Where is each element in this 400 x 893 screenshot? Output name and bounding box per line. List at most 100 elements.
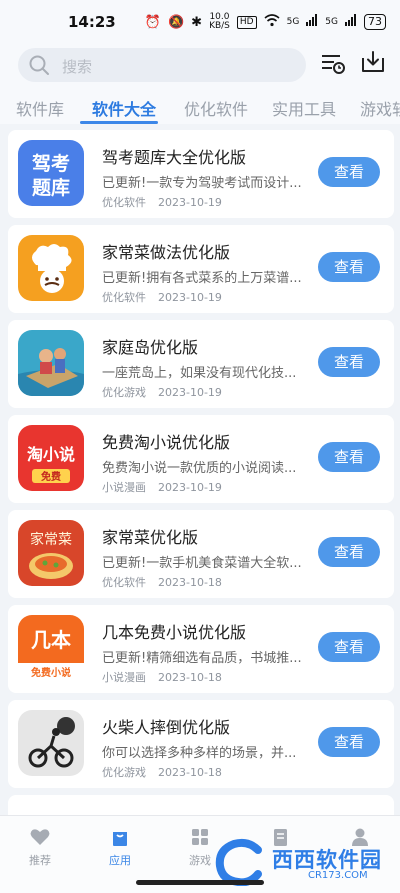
signal-2-icon xyxy=(345,14,357,30)
tab-utilities[interactable]: 实用工具 xyxy=(272,96,336,120)
list-item[interactable]: 家庭岛优化版 一座荒岛上，如果没有现代化技... 优化游戏 2023-10-19 … xyxy=(8,320,394,408)
net-speed-unit: KB/S xyxy=(209,21,230,31)
jiben-icon: 几本 免费小说 xyxy=(18,615,84,681)
jiakao-icon: 驾考 题库 xyxy=(18,140,84,206)
app-title: 家庭岛优化版 xyxy=(102,338,199,357)
hd-badge: HD xyxy=(236,15,257,29)
view-button[interactable]: 查看 xyxy=(318,727,380,757)
tab-games[interactable]: 游戏软 xyxy=(360,96,400,120)
view-button[interactable]: 查看 xyxy=(318,537,380,567)
app-title: 火柴人摔倒优化版 xyxy=(102,718,231,737)
taoxiaoshuo-icon: 淘小说 免费 xyxy=(18,425,84,491)
list-item[interactable]: 驾考 题库 驾考题库大全优化版 已更新!一款专为驾驶考试而设计... 优化软件 2… xyxy=(8,130,394,218)
list-item[interactable]: 家常菜 家常菜优化版 已更新!一款手机美食菜谱大全软... 优化软件 2023-1… xyxy=(8,510,394,598)
tab-software-collection[interactable]: 软件大全 xyxy=(92,96,156,120)
app-description: 你可以选择多种多样的场景，并... xyxy=(102,746,297,761)
jiben-icon-sub: 免费小说 xyxy=(31,666,71,679)
app-title: 家常菜做法优化版 xyxy=(102,243,231,262)
app-category: 优化游戏 xyxy=(102,766,146,779)
jiakao-icon-line2: 题库 xyxy=(32,176,70,199)
app-meta: 优化软件 2023-10-18 xyxy=(102,574,234,590)
nav-label: 推荐 xyxy=(29,854,51,867)
header: 搜索 软件库 软件大全 优化软件 实用工具 游戏软 xyxy=(0,44,400,124)
status-icons: ⏰ 🔕 ✱ 10.0 KB/S HD 5G 5G 73 xyxy=(145,13,386,31)
jiachangcai-icon: 家常菜 xyxy=(18,520,84,586)
app-meta: 优化软件 2023-10-19 xyxy=(102,194,234,210)
jiakao-icon-line1: 驾考 xyxy=(32,152,70,175)
app-category: 优化软件 xyxy=(102,291,146,304)
app-description: 已更新!精筛细选有品质，书城推... xyxy=(102,651,302,666)
category-tabs: 软件库 软件大全 优化软件 实用工具 游戏软 xyxy=(0,96,400,126)
app-meta: 小说漫画 2023-10-18 xyxy=(102,669,234,685)
status-bar: 14:23 ⏰ 🔕 ✱ 10.0 KB/S HD 5G 5G 73 xyxy=(0,0,400,44)
app-category: 小说漫画 xyxy=(102,671,146,684)
signal-1-icon xyxy=(306,14,318,30)
app-list: 驾考 题库 驾考题库大全优化版 已更新!一款专为驾驶考试而设计... 优化软件 2… xyxy=(0,126,400,816)
app-title: 家常菜优化版 xyxy=(102,528,199,547)
search-icon xyxy=(29,55,49,75)
jiachangcai-icon-text: 家常菜 xyxy=(30,531,72,548)
app-description: 一座荒岛上，如果没有现代化技... xyxy=(102,366,297,381)
app-category: 优化游戏 xyxy=(102,386,146,399)
tab-software-library[interactable]: 软件库 xyxy=(16,96,64,120)
nav-apps[interactable]: 应用 xyxy=(90,826,150,868)
net-speed: 10.0 KB/S xyxy=(209,13,230,31)
download-queue-icon[interactable] xyxy=(320,50,346,76)
search-input[interactable]: 搜索 xyxy=(18,48,306,82)
taoxiaoshuo-icon-text: 淘小说 xyxy=(27,445,75,464)
download-icon[interactable] xyxy=(360,49,386,75)
stickman-icon xyxy=(18,710,84,776)
wifi-icon xyxy=(264,13,280,31)
heart-icon xyxy=(30,829,50,845)
view-button[interactable]: 查看 xyxy=(318,252,380,282)
signal-1-label: 5G xyxy=(286,16,300,27)
nav-label: 应用 xyxy=(109,854,131,867)
bluetooth-icon: ✱ xyxy=(191,14,203,30)
list-item[interactable] xyxy=(8,795,394,816)
app-date: 2023-10-19 xyxy=(158,481,222,494)
app-meta: 优化游戏 2023-10-18 xyxy=(102,764,234,780)
taoxiaoshuo-icon-free: 免费 xyxy=(41,470,61,483)
list-item[interactable]: 几本 免费小说 几本免费小说优化版 已更新!精筛细选有品质，书城推... 小说漫… xyxy=(8,605,394,693)
list-item[interactable]: 淘小说 免费 免费淘小说优化版 免费淘小说一款优质的小说阅读... 小说漫画 20… xyxy=(8,415,394,503)
home-indicator[interactable] xyxy=(136,880,264,885)
watermark-c-icon xyxy=(215,838,262,887)
status-time: 14:23 xyxy=(68,13,116,31)
app-date: 2023-10-18 xyxy=(158,576,222,589)
tab-optimized-software[interactable]: 优化软件 xyxy=(184,96,248,120)
app-description: 免费淘小说一款优质的小说阅读... xyxy=(102,461,297,476)
app-date: 2023-10-18 xyxy=(158,671,222,684)
watermark-url: CR173.COM xyxy=(308,870,368,881)
chef-icon xyxy=(18,235,84,301)
jiben-icon-text: 几本 xyxy=(31,628,71,652)
grid-icon xyxy=(192,829,208,845)
app-title: 几本免费小说优化版 xyxy=(102,623,247,642)
active-tab-indicator xyxy=(80,121,158,124)
signal-2-label: 5G xyxy=(325,16,338,27)
app-category: 小说漫画 xyxy=(102,481,146,494)
app-description: 已更新!拥有各式菜系的上万菜谱... xyxy=(102,271,302,286)
list-item[interactable]: 家常菜做法优化版 已更新!拥有各式菜系的上万菜谱... 优化软件 2023-10-… xyxy=(8,225,394,313)
mute-icon: 🔕 xyxy=(167,14,185,30)
view-button[interactable]: 查看 xyxy=(318,347,380,377)
alarm-icon: ⏰ xyxy=(144,14,161,30)
app-category: 优化软件 xyxy=(102,576,146,589)
app-date: 2023-10-19 xyxy=(158,291,222,304)
app-category: 优化软件 xyxy=(102,196,146,209)
view-button[interactable]: 查看 xyxy=(318,157,380,187)
nav-label: 游戏 xyxy=(189,854,211,867)
app-title: 免费淘小说优化版 xyxy=(102,433,231,452)
island-icon xyxy=(18,330,84,396)
view-button[interactable]: 查看 xyxy=(318,442,380,472)
bag-icon xyxy=(113,832,127,846)
list-item[interactable]: 火柴人摔倒优化版 你可以选择多种多样的场景，并... 优化游戏 2023-10-1… xyxy=(8,700,394,788)
nav-recommend[interactable]: 推荐 xyxy=(10,826,70,868)
app-description: 已更新!一款手机美食菜谱大全软... xyxy=(102,556,302,571)
app-date: 2023-10-18 xyxy=(158,766,222,779)
battery-indicator: 73 xyxy=(364,14,386,30)
app-date: 2023-10-19 xyxy=(158,196,222,209)
view-button[interactable]: 查看 xyxy=(318,632,380,662)
app-date: 2023-10-19 xyxy=(158,386,222,399)
app-meta: 小说漫画 2023-10-19 xyxy=(102,479,234,495)
app-description: 已更新!一款专为驾驶考试而设计... xyxy=(102,176,302,191)
